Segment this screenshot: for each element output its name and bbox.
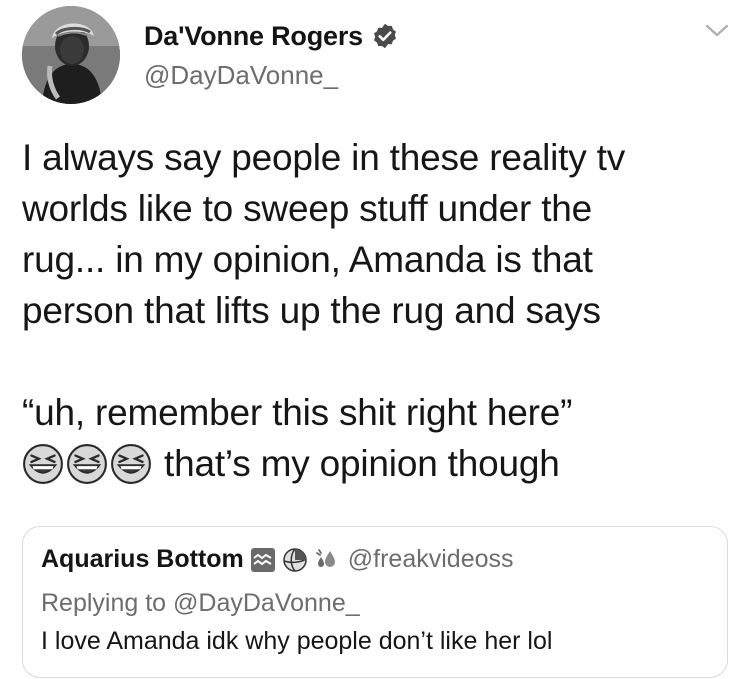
tweet-line: rug... in my opinion, Amanda is that	[22, 239, 593, 280]
grinning-squinting-face-icon	[111, 443, 151, 484]
verified-badge-icon	[374, 23, 396, 49]
tweet-line: I always say people in these reality tv	[22, 137, 626, 178]
quoted-author-display-name[interactable]: Aquarius Bottom	[41, 545, 244, 574]
author-display-name[interactable]: Da'Vonne Rogers	[144, 21, 363, 52]
tweet-quote-line: “uh, remember this shit right here”	[22, 392, 573, 433]
tweet-closing-line: that’s my opinion though	[22, 438, 742, 489]
quoted-tweet-header: Aquarius Bottom @freakvideoss	[41, 545, 514, 574]
replying-to-label[interactable]: Replying to @DayDaVonne_	[41, 589, 360, 618]
tweet-card: Da'Vonne Rogers @DayDaVonne_ I always sa…	[0, 0, 750, 679]
tweet-closing-text: that’s my opinion though	[164, 443, 560, 484]
tweet-line: person that lifts up the rug and says	[22, 290, 601, 331]
author-handle[interactable]: @DayDaVonne_	[144, 60, 338, 91]
author-name-row[interactable]: Da'Vonne Rogers	[144, 18, 399, 54]
grinning-squinting-face-icon	[23, 443, 63, 484]
quoted-author-handle[interactable]: @freakvideoss	[348, 545, 514, 574]
aquarius-symbol-icon	[250, 547, 275, 572]
volleyball-icon	[283, 547, 307, 572]
profile-photo-icon	[22, 6, 120, 104]
quoted-tweet-text: I love Amanda idk why people don’t like …	[41, 627, 553, 655]
quoted-tweet-card[interactable]: Aquarius Bottom @freakvideoss Replying t…	[22, 526, 728, 678]
avatar[interactable]	[22, 6, 120, 104]
splashing-sweat-icon	[315, 548, 335, 567]
grinning-squinting-face-icon	[67, 443, 107, 484]
tweet-text: I always say people in these reality tv …	[22, 132, 742, 489]
tweet-line: worlds like to sweep stuff under the	[22, 188, 593, 229]
chevron-down-icon[interactable]	[704, 22, 730, 40]
